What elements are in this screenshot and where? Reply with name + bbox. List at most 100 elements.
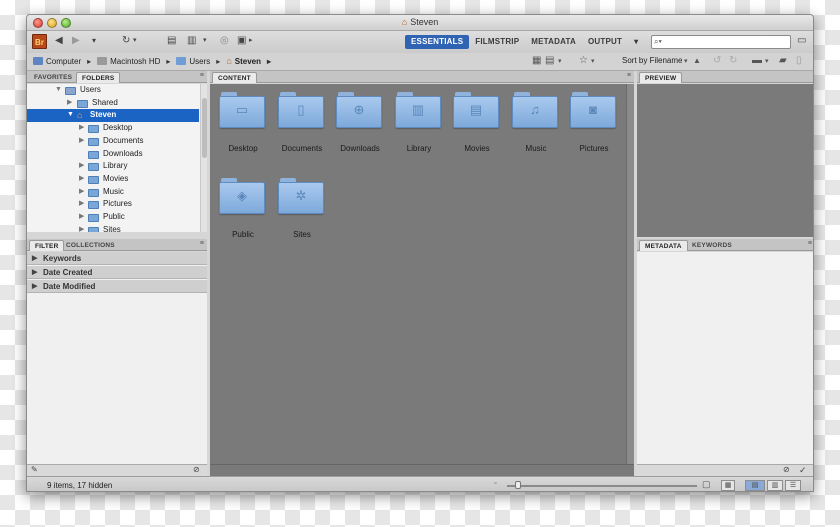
return-dropdown-icon[interactable]: ▾ xyxy=(133,35,137,47)
rating-dropdown-icon[interactable]: ▾ xyxy=(591,57,595,65)
filter-keywords[interactable]: ▶ Keywords xyxy=(27,252,207,265)
breadcrumb-separator-icon[interactable]: ▸ xyxy=(87,57,91,66)
folder-tile-music[interactable]: ♫ Music xyxy=(508,92,564,162)
disclosure-triangle-icon[interactable]: ▶ xyxy=(32,280,37,293)
disclosure-triangle-icon[interactable]: ▶ xyxy=(79,122,84,135)
folder-tile-documents[interactable]: ▯ Documents xyxy=(274,92,330,162)
tab-metadata[interactable]: METADATA xyxy=(639,240,688,251)
folders-scrollbar[interactable] xyxy=(200,84,207,232)
sort-by-dropdown[interactable]: Sort by Filename xyxy=(622,56,682,65)
tree-item-public[interactable]: ▶ Public xyxy=(27,211,199,224)
tree-item-sites[interactable]: ▶ Sites xyxy=(27,224,199,232)
disclosure-triangle-icon[interactable]: ▶ xyxy=(79,160,84,173)
sort-dropdown-icon[interactable]: ▾ xyxy=(684,57,688,65)
tree-item-steven[interactable]: ▼ ⌂ Steven xyxy=(27,109,199,123)
panel-menu-icon[interactable]: ≡ xyxy=(627,72,631,79)
sort-ascending-icon[interactable]: ▲ xyxy=(693,56,701,65)
folder-tile-desktop[interactable]: ▭ Desktop xyxy=(215,92,271,162)
output-dropdown-icon[interactable]: ▸ xyxy=(249,35,253,47)
disclosure-triangle-icon[interactable]: ▶ xyxy=(32,266,37,279)
folder-tile-movies[interactable]: ▤ Movies xyxy=(449,92,505,162)
tree-item-users[interactable]: ▼ Users xyxy=(27,84,199,97)
back-arrow-icon[interactable]: ◀ xyxy=(55,35,63,47)
thumbnail-size-slider-handle[interactable] xyxy=(515,481,521,489)
apply-checkmark-icon[interactable]: ✓ xyxy=(799,465,807,476)
tree-item-pictures[interactable]: ▶ Pictures xyxy=(27,198,199,211)
zoom-out-icon[interactable]: ▫ xyxy=(494,480,496,487)
keep-filter-pin-icon[interactable]: ✎ xyxy=(31,465,38,474)
disclosure-triangle-icon[interactable]: ▶ xyxy=(79,211,84,224)
quality-dropdown-icon[interactable]: ▾ xyxy=(558,57,562,65)
tree-item-movies[interactable]: ▶ Movies xyxy=(27,173,199,186)
workspace-metadata[interactable]: METADATA xyxy=(525,35,582,49)
search-input[interactable]: ⌕▾ xyxy=(651,35,791,49)
output-icon[interactable]: ▣ xyxy=(237,35,246,47)
disclosure-triangle-icon[interactable]: ▶ xyxy=(79,186,84,199)
disclosure-triangle-icon[interactable]: ▶ xyxy=(32,252,37,265)
rotate-left-icon[interactable]: ↺ xyxy=(713,55,721,66)
history-dropdown-icon[interactable]: ▾ xyxy=(92,35,96,47)
new-folder-icon[interactable]: ▰ xyxy=(779,55,787,66)
quality-options-icon[interactable]: ▦ xyxy=(532,55,541,66)
compact-mode-icon[interactable]: ▭ xyxy=(797,35,806,46)
filter-date-modified[interactable]: ▶ Date Modified xyxy=(27,280,207,293)
view-as-thumbnails-icon[interactable]: ▤ xyxy=(745,480,765,491)
workspace-filmstrip[interactable]: FILMSTRIP xyxy=(469,35,525,49)
breadcrumb-macintosh-hd[interactable]: Macintosh HD ▸ xyxy=(97,57,176,66)
panel-menu-icon[interactable]: ≡ xyxy=(200,240,204,247)
folder-tile-public[interactable]: ◈ Public xyxy=(215,178,271,248)
view-as-list-icon[interactable]: ☰ xyxy=(785,480,801,491)
forward-arrow-icon[interactable]: ▶ xyxy=(72,35,80,47)
folder-tile-pictures[interactable]: ◙ Pictures xyxy=(566,92,622,162)
camera-raw-icon[interactable]: ◎ xyxy=(220,35,229,47)
tree-item-downloads[interactable]: Downloads xyxy=(27,148,199,161)
folder-tile-library[interactable]: ▥ Library xyxy=(391,92,447,162)
tree-item-music[interactable]: ▶ Music xyxy=(27,186,199,199)
delete-icon[interactable]: ▯ xyxy=(796,55,802,66)
return-to-camera-raw-icon[interactable]: ↻ xyxy=(122,35,130,47)
tab-filter[interactable]: FILTER xyxy=(29,240,65,251)
refine-dropdown-icon[interactable]: ▾ xyxy=(203,35,207,47)
breadcrumb-separator-icon[interactable]: ▸ xyxy=(166,57,170,66)
tree-item-library[interactable]: ▶ Library xyxy=(27,160,199,173)
breadcrumb-separator-icon[interactable]: ▸ xyxy=(267,57,271,66)
disclosure-triangle-icon[interactable]: ▶ xyxy=(79,224,84,232)
clear-filter-icon[interactable]: ⊘ xyxy=(193,465,200,474)
scrollbar-thumb[interactable] xyxy=(202,98,207,158)
rotate-right-icon[interactable]: ↻ xyxy=(729,55,737,66)
workspace-output[interactable]: OUTPUT xyxy=(582,35,628,49)
tab-preview[interactable]: PREVIEW xyxy=(639,72,683,83)
bridge-app-icon[interactable]: Br xyxy=(32,34,47,49)
get-photos-icon[interactable]: ▤ xyxy=(167,35,176,47)
tab-favorites[interactable]: FAVORITES xyxy=(29,72,77,83)
tab-keywords[interactable]: KEYWORDS xyxy=(687,240,737,251)
disclosure-triangle-icon[interactable]: ▶ xyxy=(79,198,84,211)
workspace-essentials[interactable]: ESSENTIALS xyxy=(405,35,470,49)
content-scrollbar[interactable] xyxy=(626,84,634,464)
breadcrumb-steven[interactable]: ⌂ Steven ▸ xyxy=(226,56,277,66)
cancel-icon[interactable]: ⊘ xyxy=(783,465,790,474)
filter-rating-star-icon[interactable]: ☆ xyxy=(579,55,588,66)
refine-icon[interactable]: ▥ xyxy=(187,35,196,47)
disclosure-triangle-icon[interactable]: ▶ xyxy=(67,97,72,110)
lock-thumbnail-grid-icon[interactable]: ▦ xyxy=(721,480,735,491)
panel-menu-icon[interactable]: ≡ xyxy=(200,72,204,79)
panel-menu-icon[interactable]: ≡ xyxy=(808,240,812,247)
breadcrumb-users[interactable]: Users ▸ xyxy=(176,57,226,66)
thumbnail-size-slider[interactable] xyxy=(507,485,697,487)
disclosure-triangle-icon[interactable]: ▶ xyxy=(79,173,84,186)
recent-dropdown-icon[interactable]: ▾ xyxy=(765,57,769,65)
breadcrumb-computer[interactable]: Computer ▸ xyxy=(33,57,97,66)
disclosure-triangle-icon[interactable]: ▶ xyxy=(79,135,84,148)
disclosure-triangle-icon[interactable]: ▼ xyxy=(67,109,74,122)
folder-tile-sites[interactable]: ✲ Sites xyxy=(274,178,330,248)
view-with-details-icon[interactable]: ▥ xyxy=(767,480,783,491)
workspace-more-dropdown-icon[interactable]: ▾ xyxy=(628,35,644,49)
open-recent-folder-icon[interactable]: ▬ xyxy=(752,55,762,66)
title-bar[interactable]: ⌂ Steven xyxy=(27,15,813,31)
breadcrumb-separator-icon[interactable]: ▸ xyxy=(216,57,220,66)
zoom-in-icon[interactable]: ▢ xyxy=(702,479,711,490)
disclosure-triangle-icon[interactable]: ▼ xyxy=(55,84,62,97)
thumbnail-quality-icon[interactable]: ▤ xyxy=(545,55,554,66)
tree-item-documents[interactable]: ▶ Documents xyxy=(27,135,199,148)
